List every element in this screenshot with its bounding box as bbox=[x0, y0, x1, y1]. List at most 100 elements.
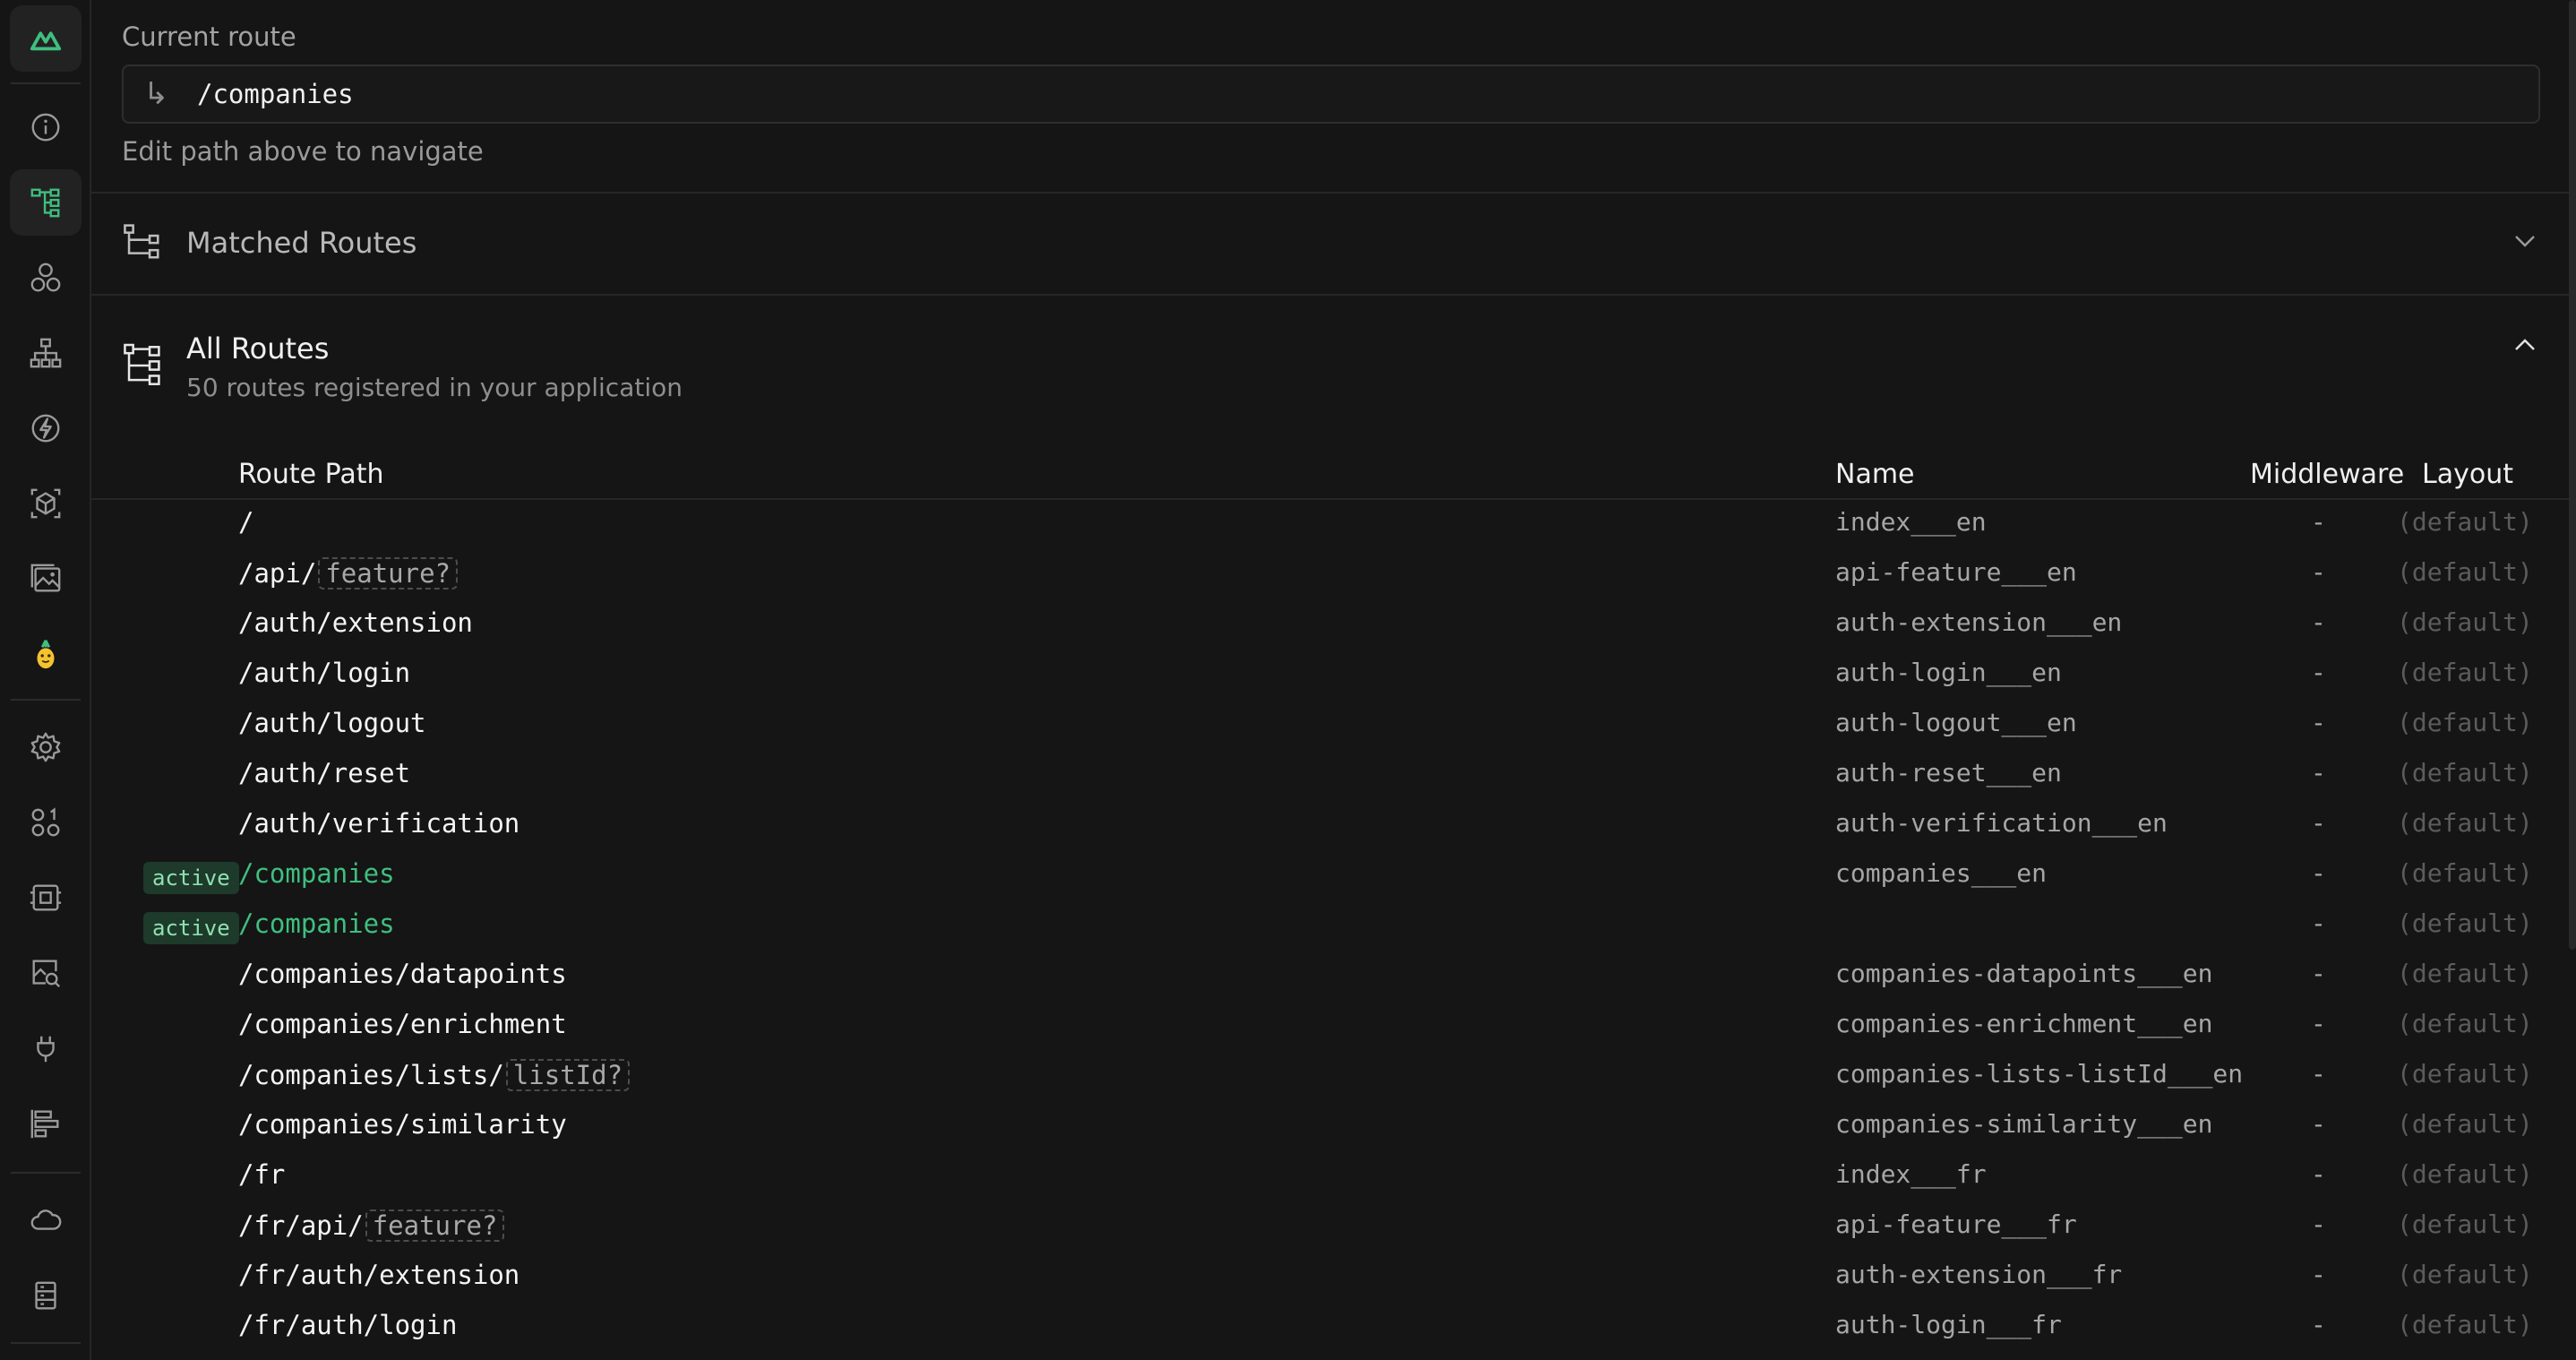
route-middleware: - bbox=[2311, 607, 2326, 637]
route-path-text: /api/ bbox=[238, 558, 317, 589]
route-middleware: - bbox=[2311, 908, 2326, 938]
route-path[interactable]: /auth/reset bbox=[238, 758, 410, 788]
route-path[interactable]: /auth/logout bbox=[238, 708, 426, 738]
hierarchy-icon[interactable] bbox=[10, 320, 82, 386]
route-tree-icon[interactable] bbox=[10, 169, 82, 236]
route-path[interactable]: /auth/verification bbox=[238, 808, 519, 839]
table-row[interactable]: /auth/verification auth-verification___en… bbox=[91, 801, 2576, 851]
settings-icon[interactable] bbox=[10, 714, 82, 780]
table-row[interactable]: /companies/similarity companies-similarit… bbox=[91, 1102, 2576, 1152]
route-path[interactable]: /auth/extension bbox=[238, 607, 473, 638]
route-name: companies-lists-listId___en bbox=[1835, 1059, 2244, 1089]
cube-icon[interactable] bbox=[10, 470, 82, 537]
route-middleware: - bbox=[2311, 507, 2326, 537]
table-row[interactable]: / index___en - (default) bbox=[91, 500, 2576, 550]
route-name: companies-similarity___en bbox=[1835, 1109, 2213, 1139]
table-row[interactable]: /companies/lists/listId? companies-lists-… bbox=[91, 1052, 2576, 1102]
route-middleware: - bbox=[2311, 557, 2326, 587]
route-layout: (default) bbox=[2397, 1109, 2533, 1139]
header-layout: Layout bbox=[2422, 459, 2513, 490]
route-layout: (default) bbox=[2397, 808, 2533, 838]
active-badge: active bbox=[143, 912, 239, 944]
table-row[interactable]: active/companies companies___en - (default) bbox=[91, 851, 2576, 901]
route-path-text: /auth/verification bbox=[238, 808, 520, 839]
route-path[interactable]: /fr/auth/extension bbox=[238, 1260, 519, 1290]
table-row[interactable]: /auth/login auth-login___en - (default) bbox=[91, 650, 2576, 701]
route-name: auth-extension___en bbox=[1835, 607, 2123, 637]
route-path[interactable]: /companies/lists/listId? bbox=[238, 1059, 631, 1091]
table-row[interactable]: /companies/enrichment companies-enrichmen… bbox=[91, 1002, 2576, 1052]
matched-routes-section[interactable]: Matched Routes bbox=[91, 192, 2576, 294]
components-icon[interactable] bbox=[10, 245, 82, 311]
info-icon[interactable] bbox=[10, 94, 82, 160]
route-path[interactable]: /auth/login bbox=[238, 658, 410, 688]
route-path-text: /companies/enrichment bbox=[238, 1009, 567, 1039]
enter-arrow-icon: ↳ bbox=[143, 76, 169, 112]
route-path-text: /auth/logout bbox=[238, 708, 426, 738]
image-search-icon[interactable] bbox=[10, 940, 82, 1006]
route-middleware: - bbox=[2311, 708, 2326, 737]
route-path[interactable]: /fr/auth/login bbox=[238, 1310, 457, 1340]
route-layout: (default) bbox=[2397, 1209, 2533, 1239]
route-path-text: /fr/api/ bbox=[238, 1210, 364, 1241]
scrollbar[interactable] bbox=[2569, 0, 2576, 950]
route-name: api-feature___en bbox=[1835, 557, 2077, 587]
current-route-field[interactable]: ↳ bbox=[122, 65, 2540, 124]
plug-icon[interactable] bbox=[10, 1015, 82, 1081]
route-layout: (default) bbox=[2397, 658, 2533, 687]
table-row[interactable]: /auth/extension auth-extension___en - (defa… bbox=[91, 600, 2576, 650]
route-path-text: /auth/reset bbox=[238, 758, 411, 788]
table-row[interactable]: /auth/reset auth-reset___en - (default) bbox=[91, 751, 2576, 801]
route-param: listId? bbox=[505, 1059, 631, 1091]
route-name: auth-login___fr bbox=[1835, 1310, 2062, 1339]
route-path[interactable]: /companies/datapoints bbox=[238, 959, 567, 989]
route-path[interactable]: /fr bbox=[238, 1159, 285, 1190]
table-row[interactable]: /fr/auth/login auth-login___fr - (default) bbox=[91, 1303, 2576, 1353]
route-layout: (default) bbox=[2397, 507, 2533, 537]
route-path[interactable]: / bbox=[238, 507, 253, 538]
current-route-input[interactable] bbox=[197, 79, 2538, 109]
storage-icon[interactable] bbox=[10, 1262, 82, 1329]
numbers-icon[interactable] bbox=[10, 789, 82, 856]
table-row[interactable]: /fr/auth/extension auth-extension___fr - (d… bbox=[91, 1252, 2576, 1303]
route-path-text: /fr/auth/login bbox=[238, 1310, 458, 1340]
timeline-icon[interactable] bbox=[10, 1090, 82, 1157]
active-badge: active bbox=[143, 862, 239, 894]
route-name: api-feature___fr bbox=[1835, 1209, 2077, 1239]
route-layout: (default) bbox=[2397, 1159, 2533, 1189]
route-path[interactable]: /companies bbox=[238, 908, 395, 939]
table-row[interactable]: /companies/datapoints companies-datapoint… bbox=[91, 951, 2576, 1002]
image-icon[interactable] bbox=[10, 546, 82, 612]
route-middleware: - bbox=[2311, 658, 2326, 687]
header-middleware: Middleware bbox=[2250, 459, 2405, 490]
cloud-icon[interactable] bbox=[10, 1187, 82, 1253]
route-path[interactable]: /companies/enrichment bbox=[238, 1009, 567, 1039]
header-name: Name bbox=[1835, 459, 1915, 490]
main-panel: Current route ↳ Edit path above to navig… bbox=[91, 0, 2576, 1360]
route-tree-icon bbox=[124, 343, 160, 385]
route-name: companies-datapoints___en bbox=[1835, 959, 2213, 988]
chevron-down-icon[interactable] bbox=[2512, 228, 2538, 254]
lightning-icon[interactable] bbox=[10, 395, 82, 461]
table-row[interactable]: /fr index___fr - (default) bbox=[91, 1152, 2576, 1202]
chevron-up-icon[interactable] bbox=[2512, 331, 2538, 358]
header-route-path: Route Path bbox=[238, 459, 384, 490]
table-row[interactable]: /auth/logout auth-logout___en - (default) bbox=[91, 701, 2576, 751]
pineapple-icon[interactable] bbox=[10, 621, 82, 687]
route-path[interactable]: /api/feature? bbox=[238, 557, 458, 590]
route-name: index___en bbox=[1835, 507, 1987, 537]
route-path-text: /companies/datapoints bbox=[238, 959, 567, 989]
table-row[interactable]: /fr/api/feature? api-feature___fr - (defaul… bbox=[91, 1202, 2576, 1252]
nuxt-logo-icon[interactable] bbox=[10, 5, 82, 72]
table-row[interactable]: /api/feature? api-feature___en - (default) bbox=[91, 550, 2576, 600]
current-route-label: Current route bbox=[122, 22, 296, 52]
route-path[interactable]: /companies/similarity bbox=[238, 1109, 567, 1140]
route-layout: (default) bbox=[2397, 758, 2533, 788]
all-routes-subtitle: 50 routes registered in your application bbox=[186, 373, 683, 402]
route-path[interactable]: /companies bbox=[238, 858, 395, 889]
route-layout: (default) bbox=[2397, 959, 2533, 988]
route-middleware: - bbox=[2311, 1310, 2326, 1339]
route-path[interactable]: /fr/api/feature? bbox=[238, 1209, 505, 1242]
chip-icon[interactable] bbox=[10, 865, 82, 931]
table-row[interactable]: active/companies - (default) bbox=[91, 901, 2576, 951]
